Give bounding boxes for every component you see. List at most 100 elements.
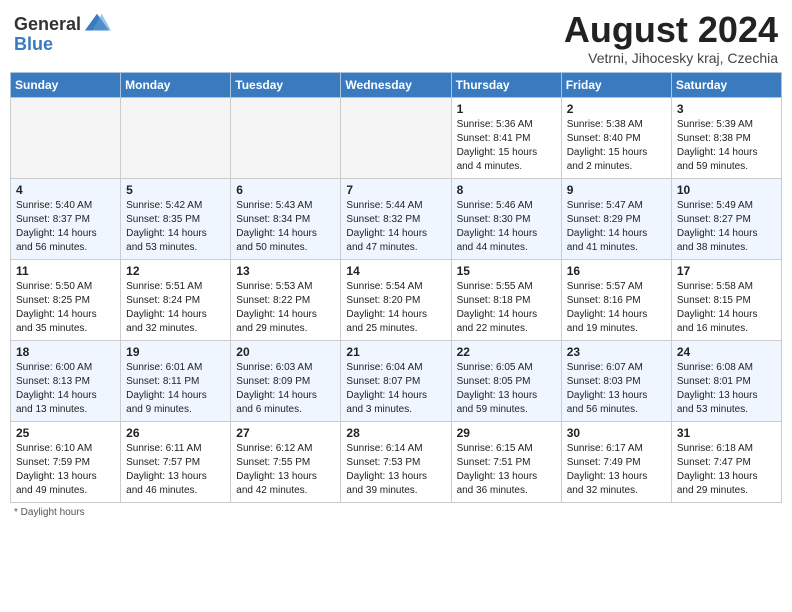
day-number: 23: [567, 345, 666, 359]
day-number: 15: [457, 264, 556, 278]
logo: General Blue: [14, 10, 111, 55]
col-header-friday: Friday: [561, 72, 671, 97]
day-info: Sunrise: 6:11 AM Sunset: 7:57 PM Dayligh…: [126, 442, 225, 498]
col-header-wednesday: Wednesday: [341, 72, 451, 97]
day-cell: 24Sunrise: 6:08 AM Sunset: 8:01 PM Dayli…: [671, 340, 781, 421]
day-number: 5: [126, 183, 225, 197]
day-cell: 29 Sunrise: 6:15 AM Sunset: 7:51 PM Dayli…: [451, 421, 561, 502]
day-cell: 13Sunrise: 5:53 AM Sunset: 8:22 PM Dayli…: [231, 259, 341, 340]
col-header-sunday: Sunday: [11, 72, 121, 97]
day-info: Sunrise: 5:43 AM Sunset: 8:34 PM Dayligh…: [236, 199, 335, 255]
day-cell: [231, 97, 341, 178]
day-info: Sunrise: 6:05 AM Sunset: 8:05 PM Dayligh…: [457, 361, 556, 417]
day-info: Sunrise: 6:07 AM Sunset: 8:03 PM Dayligh…: [567, 361, 666, 417]
day-info: Sunrise: 5:46 AM Sunset: 8:30 PM Dayligh…: [457, 199, 556, 255]
day-cell: [11, 97, 121, 178]
day-cell: 7 Sunrise: 5:44 AM Sunset: 8:32 PM Daylig…: [341, 178, 451, 259]
location: Vetrni, Jihocesky kraj, Czechia: [564, 50, 778, 66]
day-cell: 4Sunrise: 5:40 AM Sunset: 8:37 PM Daylig…: [11, 178, 121, 259]
day-number: 19: [126, 345, 225, 359]
day-info: Sunrise: 5:42 AM Sunset: 8:35 PM Dayligh…: [126, 199, 225, 255]
day-number: 8: [457, 183, 556, 197]
day-info: Sunrise: 5:44 AM Sunset: 8:32 PM Dayligh…: [346, 199, 445, 255]
logo-icon: [83, 10, 111, 38]
day-number: 30: [567, 426, 666, 440]
day-cell: 25Sunrise: 6:10 AM Sunset: 7:59 PM Dayli…: [11, 421, 121, 502]
day-info: Sunrise: 6:04 AM Sunset: 8:07 PM Dayligh…: [346, 361, 445, 417]
month-year: August 2024: [564, 10, 778, 50]
day-cell: 22 Sunrise: 6:05 AM Sunset: 8:05 PM Dayli…: [451, 340, 561, 421]
day-cell: 6 Sunrise: 5:43 AM Sunset: 8:34 PM Daylig…: [231, 178, 341, 259]
day-cell: [341, 97, 451, 178]
day-info: Sunrise: 5:47 AM Sunset: 8:29 PM Dayligh…: [567, 199, 666, 255]
day-info: Sunrise: 5:51 AM Sunset: 8:24 PM Dayligh…: [126, 280, 225, 336]
day-info: Sunrise: 5:58 AM Sunset: 8:15 PM Dayligh…: [677, 280, 776, 336]
day-number: 12: [126, 264, 225, 278]
day-info: Sunrise: 5:36 AM Sunset: 8:41 PM Dayligh…: [457, 118, 556, 174]
calendar-header-row: SundayMondayTuesdayWednesdayThursdayFrid…: [11, 72, 782, 97]
day-cell: 3Sunrise: 5:39 AM Sunset: 8:38 PM Daylig…: [671, 97, 781, 178]
day-cell: 2 Sunrise: 5:38 AM Sunset: 8:40 PM Daylig…: [561, 97, 671, 178]
day-number: 3: [677, 102, 776, 116]
day-cell: 20 Sunrise: 6:03 AM Sunset: 8:09 PM Dayli…: [231, 340, 341, 421]
day-cell: 21 Sunrise: 6:04 AM Sunset: 8:07 PM Dayli…: [341, 340, 451, 421]
day-info: Sunrise: 6:00 AM Sunset: 8:13 PM Dayligh…: [16, 361, 115, 417]
day-info: Sunrise: 6:12 AM Sunset: 7:55 PM Dayligh…: [236, 442, 335, 498]
day-info: Sunrise: 6:15 AM Sunset: 7:51 PM Dayligh…: [457, 442, 556, 498]
day-number: 14: [346, 264, 445, 278]
day-info: Sunrise: 6:03 AM Sunset: 8:09 PM Dayligh…: [236, 361, 335, 417]
day-cell: 28 Sunrise: 6:14 AM Sunset: 7:53 PM Dayli…: [341, 421, 451, 502]
day-number: 18: [16, 345, 115, 359]
day-info: Sunrise: 5:38 AM Sunset: 8:40 PM Dayligh…: [567, 118, 666, 174]
calendar-table: SundayMondayTuesdayWednesdayThursdayFrid…: [10, 72, 782, 503]
week-row-5: 25Sunrise: 6:10 AM Sunset: 7:59 PM Dayli…: [11, 421, 782, 502]
logo-text-general: General: [14, 14, 81, 35]
day-number: 27: [236, 426, 335, 440]
day-number: 28: [346, 426, 445, 440]
day-info: Sunrise: 5:54 AM Sunset: 8:20 PM Dayligh…: [346, 280, 445, 336]
col-header-saturday: Saturday: [671, 72, 781, 97]
day-cell: 15Sunrise: 5:55 AM Sunset: 8:18 PM Dayli…: [451, 259, 561, 340]
week-row-4: 18 Sunrise: 6:00 AM Sunset: 8:13 PM Dayli…: [11, 340, 782, 421]
day-number: 2: [567, 102, 666, 116]
day-number: 10: [677, 183, 776, 197]
day-cell: 26 Sunrise: 6:11 AM Sunset: 7:57 PM Dayli…: [121, 421, 231, 502]
day-cell: 16Sunrise: 5:57 AM Sunset: 8:16 PM Dayli…: [561, 259, 671, 340]
day-number: 24: [677, 345, 776, 359]
col-header-tuesday: Tuesday: [231, 72, 341, 97]
day-cell: 18 Sunrise: 6:00 AM Sunset: 8:13 PM Dayli…: [11, 340, 121, 421]
day-number: 22: [457, 345, 556, 359]
day-number: 11: [16, 264, 115, 278]
day-cell: 9 Sunrise: 5:47 AM Sunset: 8:29 PM Daylig…: [561, 178, 671, 259]
day-cell: [121, 97, 231, 178]
day-number: 13: [236, 264, 335, 278]
day-number: 29: [457, 426, 556, 440]
col-header-thursday: Thursday: [451, 72, 561, 97]
day-number: 7: [346, 183, 445, 197]
day-number: 6: [236, 183, 335, 197]
day-cell: 11 Sunrise: 5:50 AM Sunset: 8:25 PM Dayli…: [11, 259, 121, 340]
day-info: Sunrise: 5:49 AM Sunset: 8:27 PM Dayligh…: [677, 199, 776, 255]
day-number: 4: [16, 183, 115, 197]
day-info: Sunrise: 6:14 AM Sunset: 7:53 PM Dayligh…: [346, 442, 445, 498]
daylight-label: * Daylight hours: [14, 507, 85, 518]
title-block: August 2024 Vetrni, Jihocesky kraj, Czec…: [564, 10, 778, 66]
day-info: Sunrise: 6:17 AM Sunset: 7:49 PM Dayligh…: [567, 442, 666, 498]
day-info: Sunrise: 6:18 AM Sunset: 7:47 PM Dayligh…: [677, 442, 776, 498]
day-number: 20: [236, 345, 335, 359]
day-cell: 12 Sunrise: 5:51 AM Sunset: 8:24 PM Dayli…: [121, 259, 231, 340]
day-info: Sunrise: 6:01 AM Sunset: 8:11 PM Dayligh…: [126, 361, 225, 417]
day-cell: 8 Sunrise: 5:46 AM Sunset: 8:30 PM Daylig…: [451, 178, 561, 259]
day-cell: 5 Sunrise: 5:42 AM Sunset: 8:35 PM Daylig…: [121, 178, 231, 259]
day-number: 26: [126, 426, 225, 440]
day-number: 1: [457, 102, 556, 116]
day-number: 9: [567, 183, 666, 197]
day-cell: 1 Sunrise: 5:36 AM Sunset: 8:41 PM Daylig…: [451, 97, 561, 178]
day-info: Sunrise: 5:50 AM Sunset: 8:25 PM Dayligh…: [16, 280, 115, 336]
week-row-2: 4Sunrise: 5:40 AM Sunset: 8:37 PM Daylig…: [11, 178, 782, 259]
day-number: 16: [567, 264, 666, 278]
day-number: 21: [346, 345, 445, 359]
day-cell: 19 Sunrise: 6:01 AM Sunset: 8:11 PM Dayli…: [121, 340, 231, 421]
day-cell: 23 Sunrise: 6:07 AM Sunset: 8:03 PM Dayli…: [561, 340, 671, 421]
day-cell: 30 Sunrise: 6:17 AM Sunset: 7:49 PM Dayli…: [561, 421, 671, 502]
